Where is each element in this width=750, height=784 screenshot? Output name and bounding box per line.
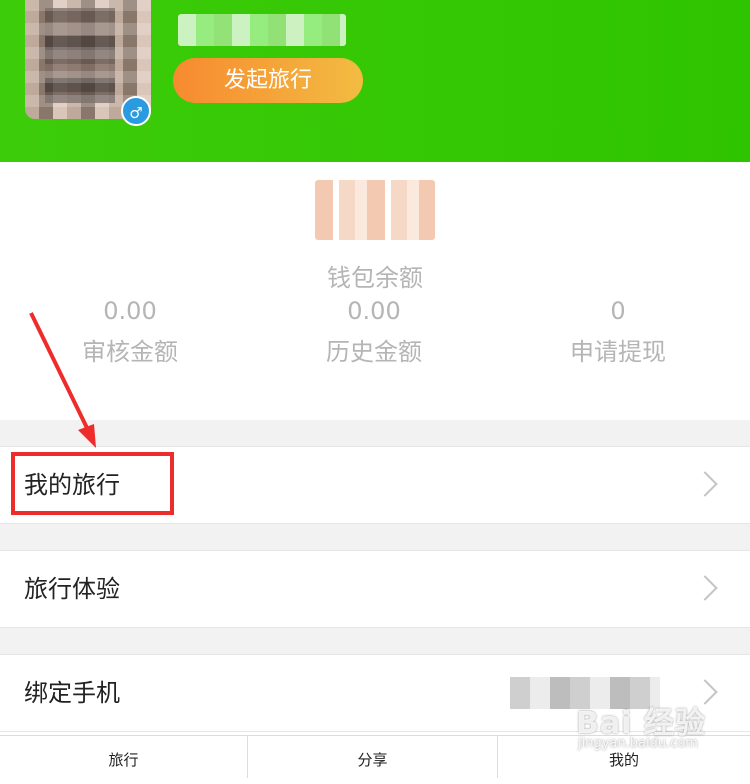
male-icon: ♂	[121, 96, 151, 126]
chevron-right-icon	[692, 575, 718, 601]
wallet-section: 钱包余额 0.00 审核金额 0.00 历史金额 0 申请提现	[0, 162, 750, 420]
menu-item-my-trips[interactable]: 我的旅行	[0, 446, 750, 524]
menu-item-label: 我的旅行	[24, 471, 120, 499]
tab-share[interactable]: 分享	[248, 736, 498, 778]
section-divider	[0, 628, 750, 655]
wallet-balance-redacted	[315, 180, 435, 240]
chevron-right-icon	[692, 679, 718, 705]
stat-label: 申请提现	[570, 338, 666, 366]
menu-item-label: 旅行体验	[24, 575, 120, 603]
username-redacted	[178, 14, 346, 46]
chevron-right-icon	[692, 471, 718, 497]
section-divider	[0, 420, 750, 447]
stat-label: 历史金额	[326, 338, 422, 366]
section-divider	[0, 524, 750, 551]
start-travel-button[interactable]: 发起旅行	[173, 58, 363, 103]
profile-header: ♂ 发起旅行	[0, 0, 750, 162]
stat-value: 0.00	[347, 297, 401, 325]
stat-label: 审核金额	[82, 338, 178, 366]
menu-item-label: 绑定手机	[24, 679, 120, 707]
menu-item-travel-experience[interactable]: 旅行体验	[0, 550, 750, 628]
stat-value: 0	[610, 297, 626, 325]
phone-number-redacted	[510, 677, 660, 709]
stat-review-amount[interactable]: 0.00 审核金额	[5, 294, 255, 367]
tab-travel[interactable]: 旅行	[0, 736, 248, 778]
stat-value: 0.00	[103, 297, 157, 325]
menu-item-bind-phone[interactable]: 绑定手机	[0, 654, 750, 732]
wallet-balance-label: 钱包余额	[327, 264, 423, 292]
stat-withdraw-request[interactable]: 0 申请提现	[493, 294, 743, 367]
bottom-tab-bar: 旅行 分享 我的	[0, 735, 750, 778]
stat-history-amount[interactable]: 0.00 历史金额	[249, 294, 499, 367]
tab-mine[interactable]: 我的	[498, 736, 750, 778]
